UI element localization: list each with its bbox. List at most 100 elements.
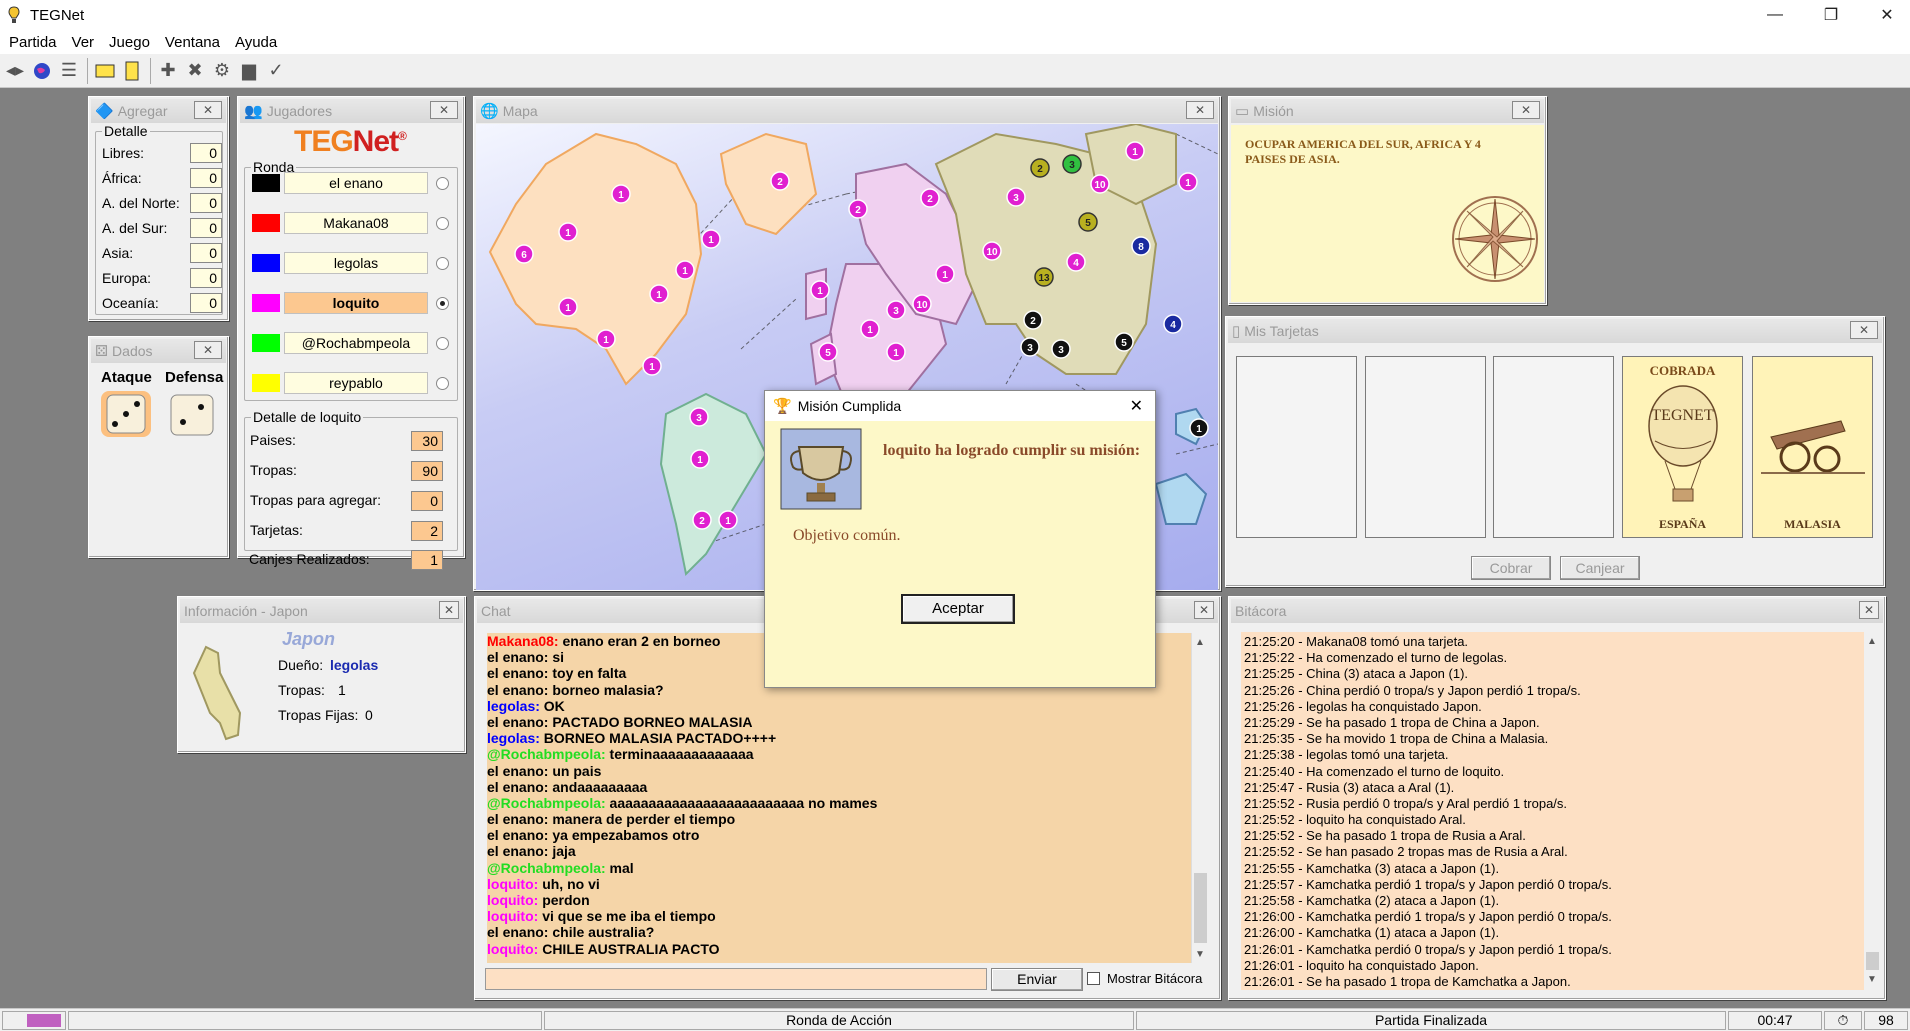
log-entry: 21:25:26 - legolas ha conquistado Japon. (1244, 698, 1482, 714)
mission-card-icon: ▭ (1235, 103, 1250, 120)
chat-author: Makana08: (487, 633, 559, 649)
dice-icon: ⚄ (95, 343, 109, 360)
attack-icon[interactable]: ✖ (182, 58, 208, 84)
maximize-button[interactable]: ❐ (1808, 0, 1854, 30)
chat-text: jaja (548, 843, 576, 860)
dice-tool-icon[interactable]: ⚙ (209, 58, 235, 84)
scroll-down-icon[interactable]: ▼ (1867, 974, 1877, 985)
menu-partida[interactable]: Partida (9, 34, 57, 51)
globe-icon[interactable] (29, 58, 55, 84)
scroll-thumb[interactable] (1866, 952, 1879, 970)
detail-value: 90 (411, 461, 443, 481)
canjear-button[interactable]: Canjear (1560, 556, 1640, 580)
add-icon[interactable]: ✚ (155, 58, 181, 84)
log-list: 21:25:20 - Makana08 tomó una tarjeta. 21:… (1241, 632, 1864, 990)
menu-ayuda[interactable]: Ayuda (235, 34, 277, 51)
player-row[interactable]: el enano (248, 171, 449, 195)
list-icon[interactable]: ☰ (56, 58, 82, 84)
close-dados-button[interactable]: ✕ (194, 341, 222, 359)
enviar-button[interactable]: Enviar (991, 968, 1083, 991)
mostrar-bitacora-checkbox[interactable] (1087, 972, 1100, 985)
svg-text:3: 3 (1069, 160, 1075, 171)
bitacora-title: Bitácora (1235, 603, 1287, 619)
chat-text: OK (539, 697, 565, 714)
svg-text:6: 6 (521, 250, 527, 261)
country-card[interactable]: MALASIA (1752, 356, 1873, 538)
chat-message: legolas: BORNEO MALASIA PACTADO++++ (487, 730, 1191, 746)
player-turn-radio (436, 177, 449, 190)
close-mision-button[interactable]: ✕ (1512, 101, 1540, 119)
chat-text: si (548, 649, 565, 666)
close-bitacora-button[interactable]: ✕ (1859, 601, 1879, 619)
svg-text:1: 1 (893, 348, 899, 359)
chat-author: loquito: (487, 875, 539, 892)
mission-text: OCUPAR AMERICA DEL SUR, AFRICA Y 4 PAISE… (1245, 137, 1481, 166)
card-icon[interactable] (92, 58, 118, 84)
close-window-button[interactable]: ✕ (1864, 0, 1910, 30)
player-color-swatch (252, 214, 280, 232)
log-entry: 21:25:52 - Rusia perdió 0 tropa/s y Aral… (1244, 795, 1568, 811)
chat-text: enano eran 2 en borneo (558, 633, 721, 649)
chat-text: mal (605, 859, 634, 876)
player-name: el enano (284, 172, 428, 194)
chat-input[interactable] (485, 968, 987, 990)
chat-author: el enano: (487, 713, 549, 730)
svg-text:10: 10 (986, 247, 998, 258)
dialog-title: Misión Cumplida (797, 398, 902, 414)
empty-card-slot (1365, 356, 1486, 538)
close-agregar-button[interactable]: ✕ (194, 101, 222, 119)
close-jugadores-button[interactable]: ✕ (430, 101, 458, 119)
tarjetas-title: Mis Tarjetas (1244, 323, 1319, 339)
chat-message: loquito: perdon (487, 892, 1191, 908)
player-row[interactable]: loquito (248, 291, 449, 315)
connect-icon[interactable]: ◂▸ (2, 58, 28, 84)
country-card[interactable]: COBRADA TEGNET ESPAÑA (1622, 356, 1743, 538)
player-row[interactable]: @Rochabmpeola (248, 331, 449, 355)
card-exchange-icon[interactable] (119, 58, 145, 84)
chat-text: ya empezabamos otro (548, 827, 700, 844)
scroll-up-icon[interactable]: ▲ (1867, 636, 1877, 647)
chat-author: el enano: (487, 762, 549, 779)
agregar-panel: 🔷 Agregar ✕ Detalle Libres: 0 África: 0 A… (88, 96, 229, 321)
player-row[interactable]: reypablo (248, 371, 449, 395)
menu-ver[interactable]: Ver (72, 34, 95, 51)
svg-text:1: 1 (725, 516, 731, 527)
close-mapa-button[interactable]: ✕ (1186, 101, 1214, 119)
scroll-thumb[interactable] (1194, 873, 1207, 943)
close-info-button[interactable]: ✕ (439, 601, 459, 619)
card-art-text: TEGNET (1651, 407, 1714, 424)
player-row[interactable]: Makana08 (248, 211, 449, 235)
svg-text:1: 1 (708, 235, 714, 246)
chat-title: Chat (481, 603, 511, 619)
log-entry: 21:25:38 - legolas tomó una tarjeta. (1244, 747, 1449, 763)
chat-text: andaaaaaaaaa (548, 778, 648, 795)
scroll-down-icon[interactable]: ▼ (1195, 949, 1205, 960)
mostrar-bitacora-label: Mostrar Bitácora (1107, 971, 1203, 986)
window-title: TEGNet (30, 6, 85, 24)
dialog-close-icon[interactable]: ✕ (1130, 396, 1143, 416)
close-chat-button[interactable]: ✕ (1194, 601, 1214, 619)
detail-label: Canjes Realizados: (249, 551, 370, 567)
log-entry: 21:25:22 - Ha comenzado el turno de lego… (1244, 650, 1508, 666)
menu-ventana[interactable]: Ventana (165, 34, 220, 51)
aceptar-button[interactable]: Aceptar (901, 594, 1015, 624)
svg-text:1: 1 (817, 286, 823, 297)
svg-text:1: 1 (565, 303, 571, 314)
svg-text:10: 10 (916, 300, 928, 311)
move-icon[interactable]: ▆ (236, 58, 262, 84)
scroll-up-icon[interactable]: ▲ (1195, 637, 1205, 648)
chat-scrollbar[interactable]: ▲ ▼ (1191, 633, 1209, 963)
cobrar-button[interactable]: Cobrar (1471, 556, 1551, 580)
player-row[interactable]: legolas (248, 251, 449, 275)
log-entry: 21:26:00 - Kamchatka (1) ataca a Japon (… (1244, 925, 1500, 941)
log-entry: 21:25:58 - Kamchatka (2) ataca a Japon (… (1244, 893, 1500, 908)
check-icon[interactable]: ✓ (263, 58, 289, 84)
log-entry: 21:26:01 - Kamchatka perdió 0 tropa/s y … (1244, 941, 1612, 957)
agregar-label: A. del Sur: (102, 220, 168, 236)
svg-text:1: 1 (682, 266, 688, 277)
mapa-title: Mapa (502, 103, 538, 119)
minimize-button[interactable]: — (1752, 0, 1798, 30)
close-tarjetas-button[interactable]: ✕ (1850, 321, 1878, 339)
menu-juego[interactable]: Juego (109, 34, 150, 51)
log-scrollbar[interactable]: ▲ ▼ (1864, 632, 1882, 990)
